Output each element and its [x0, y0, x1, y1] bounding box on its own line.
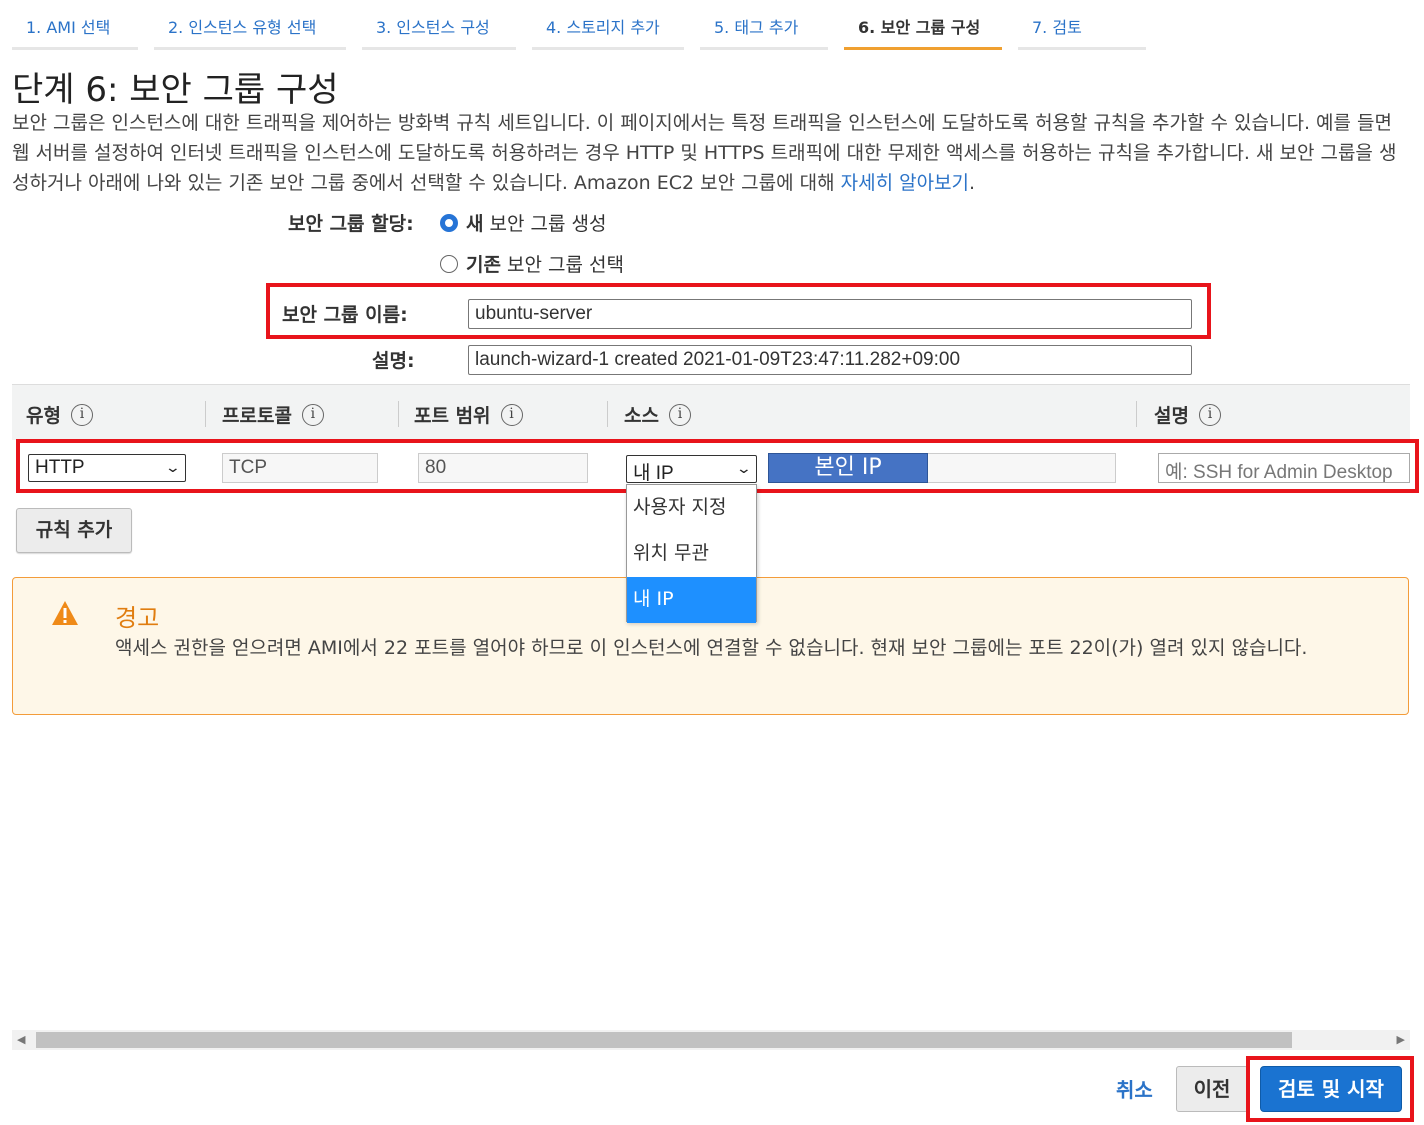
chevron-down-icon: ⌄ [735, 460, 753, 476]
add-rule-button[interactable]: 규칙 추가 [16, 508, 132, 553]
col-port-range: 포트 범위 i [414, 401, 523, 428]
step-tab-storage[interactable]: 4. 스토리지 추가 [532, 14, 684, 50]
col-source-label: 소스 [624, 405, 659, 427]
info-icon[interactable]: i [1198, 403, 1221, 426]
step-tab-security-group[interactable]: 6. 보안 그룹 구성 [844, 14, 1002, 50]
radio-checked-icon[interactable] [440, 213, 458, 232]
radio-existing-label: 보안 그룹 선택 [506, 254, 624, 276]
rule-source-value: 내 IP [633, 463, 674, 484]
rule-port-field: 80 [418, 453, 588, 483]
col-type-label: 유형 [26, 405, 61, 427]
step-label: 5. 태그 추가 [714, 18, 799, 37]
rule-type-select[interactable]: HTTP ⌄ [28, 454, 186, 482]
radio-unchecked-icon[interactable] [440, 254, 458, 273]
rule-description-input[interactable]: 예: SSH for Admin Desktop [1158, 453, 1410, 483]
step-tab-tags[interactable]: 5. 태그 추가 [700, 14, 828, 50]
info-icon[interactable]: i [500, 403, 523, 426]
rule-source-select[interactable]: 내 IP ⌄ [626, 455, 757, 484]
col-protocol-label: 프로토콜 [222, 405, 292, 427]
step-tab-review[interactable]: 7. 검토 [1018, 14, 1146, 50]
info-icon[interactable]: i [668, 403, 691, 426]
col-description: 설명 i [1154, 401, 1221, 428]
col-source: 소스 i [624, 401, 691, 428]
page-title: 단계 6: 보안 그룹 구성 [12, 70, 339, 110]
warning-text: 액세스 권한을 얻으려면 AMI에서 22 포트를 열어야 하므로 이 인스턴스… [115, 637, 1308, 659]
rule-protocol-field: TCP [222, 453, 378, 483]
column-divider [398, 401, 399, 427]
column-divider [607, 401, 608, 427]
column-divider [1136, 401, 1137, 427]
radio-new-bold: 새 [466, 213, 484, 235]
arrow-left-icon[interactable]: ◀ [17, 1033, 25, 1046]
assign-label: 보안 그룹 할당: [288, 213, 414, 235]
intro-text: 보안 그룹은 인스턴스에 대한 트래픽을 제어하는 방화벽 규칙 세트입니다. … [12, 108, 1412, 198]
radio-existing-security-group[interactable]: 기존 보안 그룹 선택 [440, 250, 624, 277]
sg-description-input[interactable]: launch-wizard-1 created 2021-01-09T23:47… [468, 345, 1192, 375]
step-tab-configure[interactable]: 3. 인스턴스 구성 [362, 14, 516, 50]
radio-existing-bold: 기존 [466, 254, 501, 276]
horizontal-scrollbar[interactable]: ◀ ▶ [12, 1030, 1410, 1050]
col-protocol: 프로토콜 i [222, 401, 324, 428]
info-icon[interactable]: i [70, 403, 93, 426]
dropdown-option-custom[interactable]: 사용자 지정 [627, 485, 756, 531]
dropdown-option-my-ip[interactable]: 내 IP [627, 577, 756, 623]
warning-triangle-icon [52, 601, 78, 625]
info-icon[interactable]: i [301, 403, 324, 426]
step-label: 2. 인스턴스 유형 선택 [168, 18, 317, 37]
sg-name-label: 보안 그룹 이름: [282, 304, 408, 326]
learn-more-link[interactable]: 자세히 알아보기 [841, 172, 969, 194]
review-and-launch-button[interactable]: 검토 및 시작 [1260, 1066, 1402, 1112]
rule-type-value: HTTP [35, 457, 85, 478]
step-tab-ami[interactable]: 1. AMI 선택 [12, 14, 138, 50]
warning-title: 경고 [115, 604, 160, 632]
sg-description-label: 설명: [372, 350, 415, 372]
source-ip-input-rest[interactable] [928, 453, 1116, 483]
radio-new-security-group[interactable]: 새 보안 그룹 생성 [440, 209, 606, 236]
radio-new-label: 보안 그룹 생성 [489, 213, 607, 235]
step-label: 7. 검토 [1032, 18, 1082, 37]
arrow-right-icon[interactable]: ▶ [1397, 1033, 1405, 1046]
column-divider [205, 401, 206, 427]
col-port-label: 포트 범위 [414, 405, 491, 427]
previous-button[interactable]: 이전 [1176, 1066, 1248, 1112]
step-label: 4. 스토리지 추가 [546, 18, 660, 37]
step-tab-instance-type[interactable]: 2. 인스턴스 유형 선택 [154, 14, 346, 50]
rules-table-header: 유형 i 프로토콜 i 포트 범위 i 소스 i 설명 i [12, 384, 1410, 440]
scrollbar-thumb[interactable] [36, 1032, 1292, 1048]
source-dropdown-menu: 사용자 지정 위치 무관 내 IP [626, 484, 757, 623]
intro-period: . [969, 172, 976, 194]
step-label: 1. AMI 선택 [26, 18, 111, 37]
col-description-label: 설명 [1154, 405, 1189, 427]
chevron-down-icon: ⌄ [164, 459, 182, 475]
step-label: 3. 인스턴스 구성 [376, 18, 490, 37]
cancel-link[interactable]: 취소 [1116, 1074, 1153, 1103]
intro-body: 보안 그룹은 인스턴스에 대한 트래픽을 제어하는 방화벽 규칙 세트입니다. … [12, 112, 1397, 194]
dropdown-option-anywhere[interactable]: 위치 무관 [627, 531, 756, 577]
source-ip-input[interactable]: 본인 IP [768, 453, 928, 483]
sg-name-input[interactable]: ubuntu-server [468, 299, 1192, 329]
col-type: 유형 i [26, 401, 93, 428]
step-label: 6. 보안 그룹 구성 [858, 18, 981, 37]
